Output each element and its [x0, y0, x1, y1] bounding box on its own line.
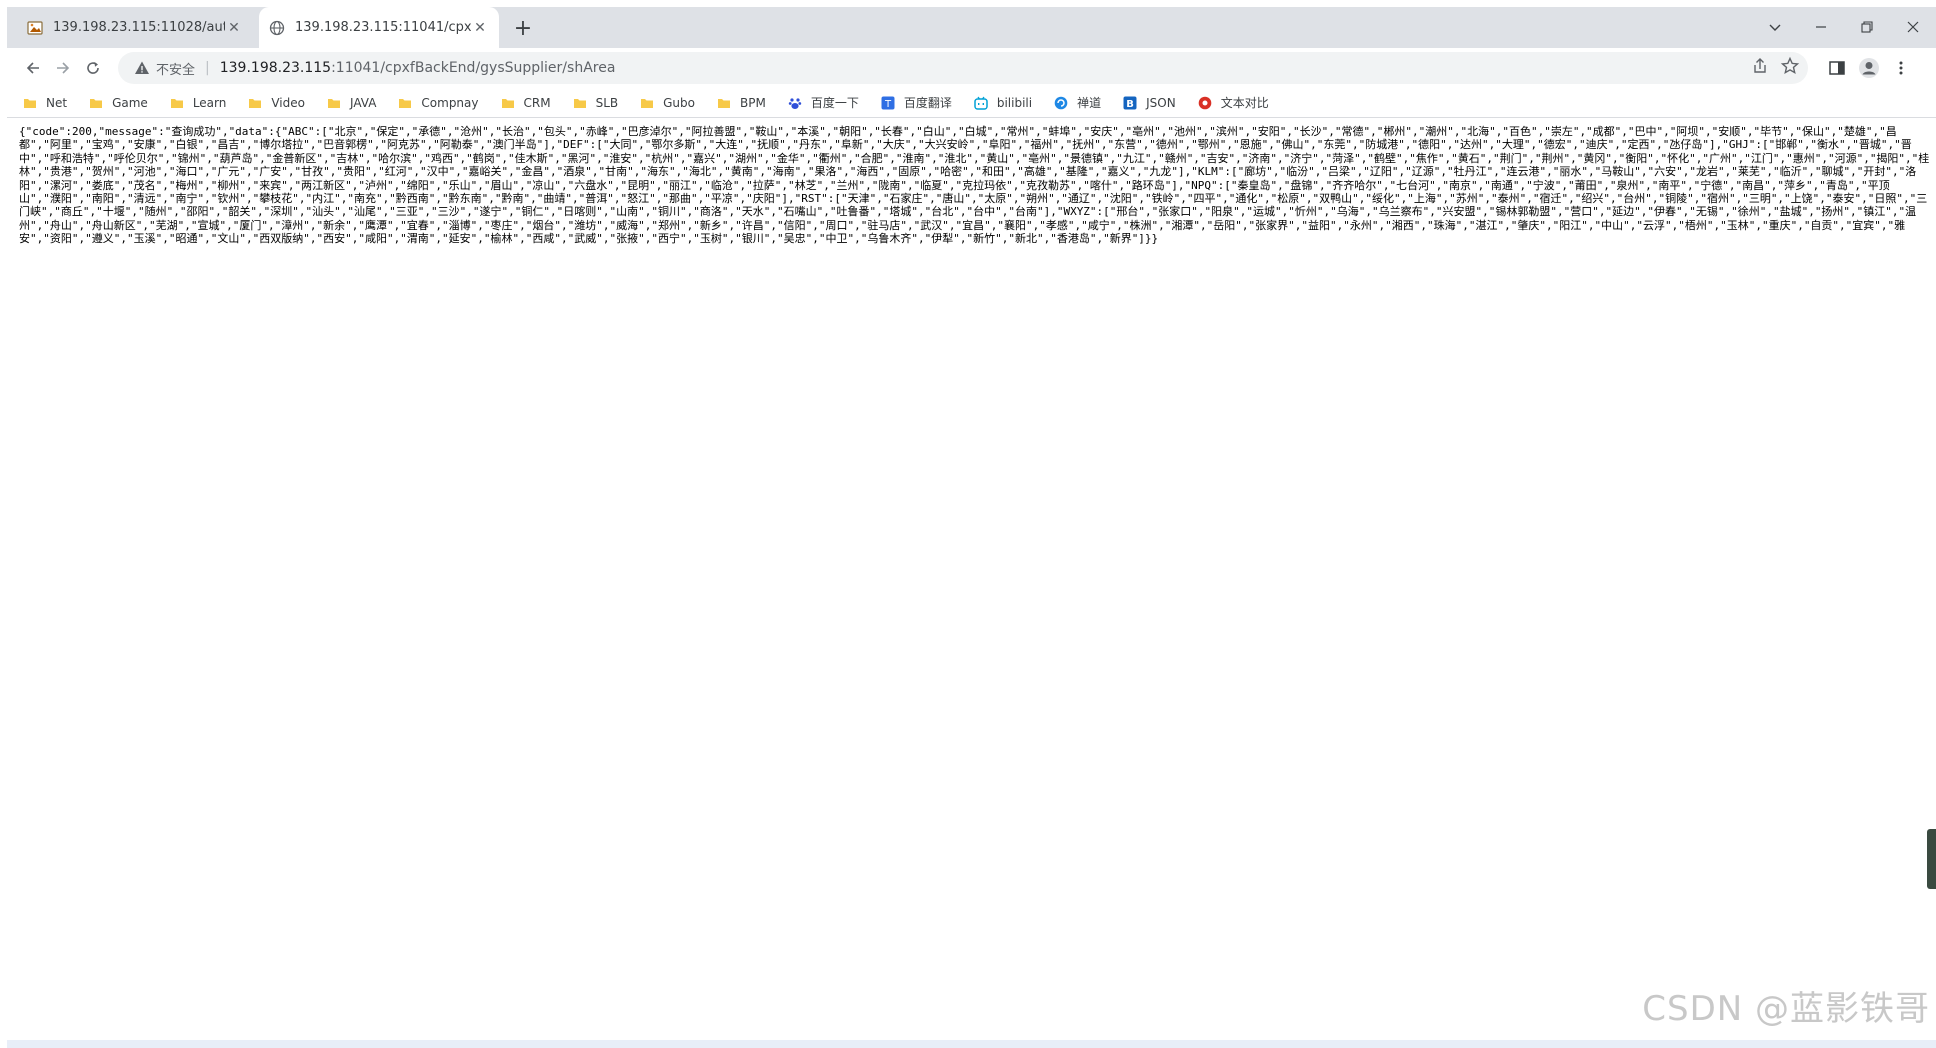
bookmark-learn[interactable]: Learn: [170, 95, 227, 110]
folder-icon: [399, 98, 412, 108]
bookmark-label: Learn: [192, 95, 227, 110]
folder-icon: [641, 98, 654, 108]
close-window-button[interactable]: [1890, 12, 1936, 42]
svg-text:B: B: [1126, 99, 1134, 110]
bookmark-label: Gubo: [663, 95, 695, 110]
bookmark-crm[interactable]: CRM: [501, 96, 551, 110]
side-scroll-handle[interactable]: [1927, 829, 1936, 889]
profile-button[interactable]: [1857, 56, 1881, 80]
bookmark-label: bilibili: [996, 95, 1033, 110]
bookmark-slb[interactable]: SLB: [573, 95, 619, 110]
address-bar[interactable]: 不安全 | 139.198.23.115:11041/cpxfBackEnd/g…: [118, 52, 1808, 84]
bookmarks-bar: Net Game Learn Video JAVA Compnay CRM SL…: [7, 88, 1936, 118]
bookmark-label: Compnay: [421, 95, 479, 110]
bookmark-video[interactable]: Video: [248, 96, 305, 110]
menu-button[interactable]: [1889, 56, 1913, 80]
folder-icon: [327, 98, 340, 108]
close-tab-icon[interactable]: ✕: [471, 19, 489, 37]
tab-search-button[interactable]: [1752, 12, 1798, 42]
bookmark-label: 禅道: [1077, 96, 1102, 110]
warning-icon: [135, 61, 149, 74]
bookmark-game[interactable]: Game: [89, 96, 148, 110]
kebab-menu-icon: [1899, 61, 1903, 75]
bookmark-bilibili[interactable]: bilibili: [974, 96, 1032, 110]
bookmark-label: BPM: [740, 95, 766, 110]
folder-icon: [24, 98, 36, 108]
tab-title: 139.198.23.115:11028/authBackEnd: [53, 20, 225, 35]
page-content: {"code":200,"message":"查询成功","data":{"AB…: [7, 119, 1936, 1040]
close-tab-icon[interactable]: ✕: [225, 19, 243, 37]
text-compare-icon: [1198, 96, 1212, 109]
arrow-right-icon: [57, 62, 70, 74]
bookmark-label: SLB: [595, 95, 619, 110]
avatar-icon: [1859, 58, 1879, 78]
json-icon: B: [1123, 96, 1137, 110]
folder-icon: [573, 98, 586, 108]
side-panel-button[interactable]: [1825, 56, 1849, 80]
folder-icon: [170, 98, 183, 108]
bookmark-json[interactable]: B JSON: [1123, 96, 1176, 110]
tab-auth-backend[interactable]: 139.198.23.115:11028/authBackEnd ✕: [17, 7, 253, 48]
minimize-button[interactable]: [1798, 12, 1844, 42]
bookmark-bpm[interactable]: BPM: [717, 96, 766, 110]
folder-icon: [501, 98, 514, 108]
bookmark-label: CRM: [523, 95, 551, 110]
tab-strip: 139.198.23.115:11028/authBackEnd ✕ 139.1…: [7, 7, 1936, 48]
reload-button[interactable]: [81, 56, 105, 80]
baidu-icon: [788, 97, 802, 109]
bookmark-baidu-translate[interactable]: T 百度翻译: [881, 94, 952, 111]
svg-text:T: T: [884, 99, 892, 110]
bookmark-text-compare[interactable]: 文本对比: [1198, 94, 1269, 111]
bookmark-baidu[interactable]: 百度一下: [788, 94, 859, 111]
csdn-watermark: CSDN @蓝影铁哥: [1642, 989, 1930, 1029]
tab-shArea[interactable]: 139.198.23.115:11041/cpxfBackEnd/gysSupp…: [259, 7, 499, 48]
close-icon: [1907, 21, 1919, 33]
bookmark-label: Game: [112, 95, 148, 110]
bookmark-compnay[interactable]: Compnay: [398, 95, 479, 110]
security-label[interactable]: 不安全: [156, 59, 195, 78]
bookmark-label: JSON: [1146, 95, 1176, 110]
bookmark-label: JAVA: [349, 95, 377, 110]
url-host: 139.198.23.115: [219, 60, 332, 76]
bottom-edge: [7, 1040, 1936, 1048]
bookmark-zentao[interactable]: 禅道: [1054, 94, 1101, 111]
restore-button[interactable]: [1844, 12, 1890, 42]
share-icon[interactable]: [1750, 56, 1770, 76]
bookmark-label: Video: [271, 95, 305, 110]
bookmark-net[interactable]: Net: [23, 96, 67, 110]
back-button[interactable]: [21, 56, 45, 80]
reload-icon: [87, 62, 99, 74]
folder-icon: [90, 98, 103, 108]
folder-icon: [249, 98, 262, 108]
minimize-icon: [1816, 26, 1826, 28]
image-favicon-icon: [27, 20, 43, 35]
bookmark-label: Net: [46, 95, 68, 110]
globe-icon: [269, 20, 285, 35]
url-path: :11041/cpxfBackEnd/gysSupplier/shArea: [331, 60, 616, 76]
bilibili-icon: [974, 96, 988, 110]
omnibox-actions: [1750, 56, 1800, 76]
address-separator: |: [205, 60, 210, 76]
bookmark-label: 百度一下: [810, 96, 859, 110]
chevron-down-icon: [1769, 24, 1781, 31]
bookmark-label: 百度翻译: [903, 96, 952, 110]
tab-title: 139.198.23.115:11041/cpxfBackEnd/gysSupp…: [295, 20, 471, 35]
bookmark-gubo[interactable]: Gubo: [640, 96, 695, 110]
forward-button[interactable]: [51, 56, 75, 80]
side-panel-icon: [1829, 61, 1845, 75]
star-icon[interactable]: [1780, 56, 1800, 76]
browser-toolbar: 不安全 | 139.198.23.115:11041/cpxfBackEnd/g…: [7, 48, 1936, 88]
folder-icon: [718, 98, 730, 108]
bookmark-java[interactable]: JAVA: [327, 96, 376, 110]
new-tab-button[interactable]: +: [511, 16, 535, 41]
arrow-left-icon: [26, 62, 39, 74]
restore-icon: [1861, 21, 1873, 33]
zentao-icon: [1054, 96, 1068, 109]
baidu-translate-icon: T: [881, 96, 895, 110]
bookmark-label: 文本对比: [1220, 96, 1269, 110]
json-response-text: {"code":200,"message":"查询成功","data":{"AB…: [19, 125, 1930, 246]
